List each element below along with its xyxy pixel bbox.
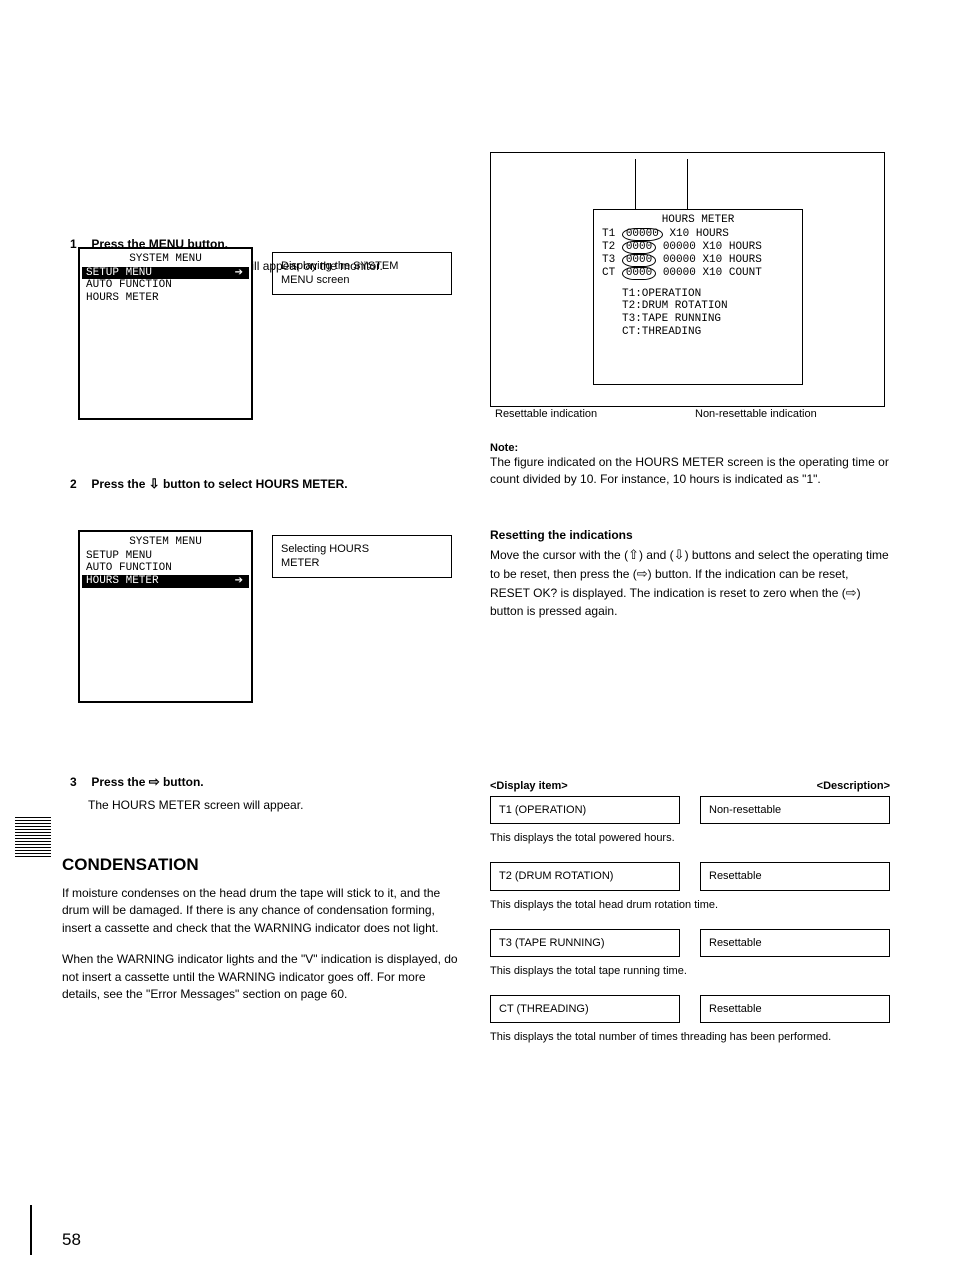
callout-nonresettable: Non-resettable indication bbox=[695, 408, 817, 420]
step-3: 3 Press the ⇨ button. The HOURS METER sc… bbox=[70, 773, 475, 819]
vtr-item-selected: HOURS METER➔ bbox=[82, 575, 249, 588]
vtr-title: SYSTEM MENU bbox=[82, 536, 249, 549]
vtr-item: SETUP MENU bbox=[82, 550, 249, 563]
instruction-box-2: Selecting HOURS METER bbox=[272, 535, 452, 578]
pair-boxes: <Display item><Description> T1 (OPERATIO… bbox=[490, 780, 890, 1043]
reset-block: Resetting the indications Move the curso… bbox=[490, 528, 890, 620]
down-arrow-icon: ⇩ bbox=[674, 547, 685, 562]
legend-row: T1:OPERATION bbox=[622, 288, 800, 301]
vtr-item: AUTO FUNCTION bbox=[82, 562, 249, 575]
box-desc: This displays the total head drum rotati… bbox=[490, 899, 890, 911]
legend-row: T3:TAPE RUNNING bbox=[622, 313, 800, 326]
page-number: 58 bbox=[62, 1230, 81, 1250]
footer-rule bbox=[30, 1205, 32, 1255]
box-r: Resettable bbox=[700, 862, 890, 890]
box-l: T3 (TAPE RUNNING) bbox=[490, 929, 680, 957]
step-number: 3 bbox=[70, 774, 88, 790]
step-sub: The HOURS METER screen will appear. bbox=[70, 797, 475, 813]
note-block: Note: The figure indicated on the HOURS … bbox=[490, 442, 890, 489]
hours-row: CT 0000 00000 X10 COUNT bbox=[602, 267, 800, 280]
vtr-item-selected: SETUP MENU➔ bbox=[82, 267, 249, 280]
reset-title: Resetting the indications bbox=[490, 528, 890, 542]
hours-row: T2 0000 00000 X10 HOURS bbox=[602, 241, 800, 254]
box-l: T1 (OPERATION) bbox=[490, 796, 680, 824]
legend-row: T2:DRUM ROTATION bbox=[622, 300, 800, 313]
right-arrow-icon: ⇨ bbox=[149, 774, 160, 789]
instruction-box-1: Displaying the SYSTEM MENU screen bbox=[272, 252, 452, 295]
box-desc: This displays the total powered hours. bbox=[490, 832, 890, 844]
box-r: Resettable bbox=[700, 995, 890, 1023]
step-number: 2 bbox=[70, 476, 88, 492]
hours-meter-figure: HOURS METER T1 00000 X10 HOURS T2 0000 0… bbox=[490, 152, 885, 407]
side-rule bbox=[15, 817, 51, 857]
box-desc: This displays the total tape running tim… bbox=[490, 965, 890, 977]
condensation-p2: When the WARNING indicator lights and th… bbox=[62, 951, 462, 1003]
right-arrow-icon: ⇨ bbox=[846, 585, 857, 600]
hours-row: T1 00000 X10 HOURS bbox=[602, 228, 800, 241]
callout-resettable: Resettable indication bbox=[495, 408, 597, 420]
step-2: 2 Press the ⇩ button to select HOURS MET… bbox=[70, 475, 475, 499]
hours-meter-title: HOURS METER bbox=[596, 214, 800, 227]
down-arrow-icon: ⇩ bbox=[149, 476, 160, 491]
vtr-item: AUTO FUNCTION bbox=[82, 279, 249, 292]
vtr-screen-2: SYSTEM MENU SETUP MENU AUTO FUNCTION HOU… bbox=[78, 530, 253, 703]
legend-row: CT:THREADING bbox=[622, 326, 800, 339]
condensation-section: CONDENSATION If moisture condenses on th… bbox=[62, 855, 462, 1003]
box-desc: This displays the total number of times … bbox=[490, 1031, 890, 1043]
vtr-title: SYSTEM MENU bbox=[82, 253, 249, 266]
vtr-item: HOURS METER bbox=[82, 292, 249, 305]
hours-row: T3 0000 00000 X10 HOURS bbox=[602, 254, 800, 267]
box-l: CT (THREADING) bbox=[490, 995, 680, 1023]
box-r: Non-resettable bbox=[700, 796, 890, 824]
right-arrow-icon: ⇨ bbox=[637, 566, 648, 581]
condensation-p1: If moisture condenses on the head drum t… bbox=[62, 885, 462, 937]
up-arrow-icon: ⇧ bbox=[628, 547, 639, 562]
vtr-screen-1: SYSTEM MENU SETUP MENU➔ AUTO FUNCTION HO… bbox=[78, 247, 253, 420]
box-r: Resettable bbox=[700, 929, 890, 957]
condensation-title: CONDENSATION bbox=[62, 855, 462, 875]
box-l: T2 (DRUM ROTATION) bbox=[490, 862, 680, 890]
